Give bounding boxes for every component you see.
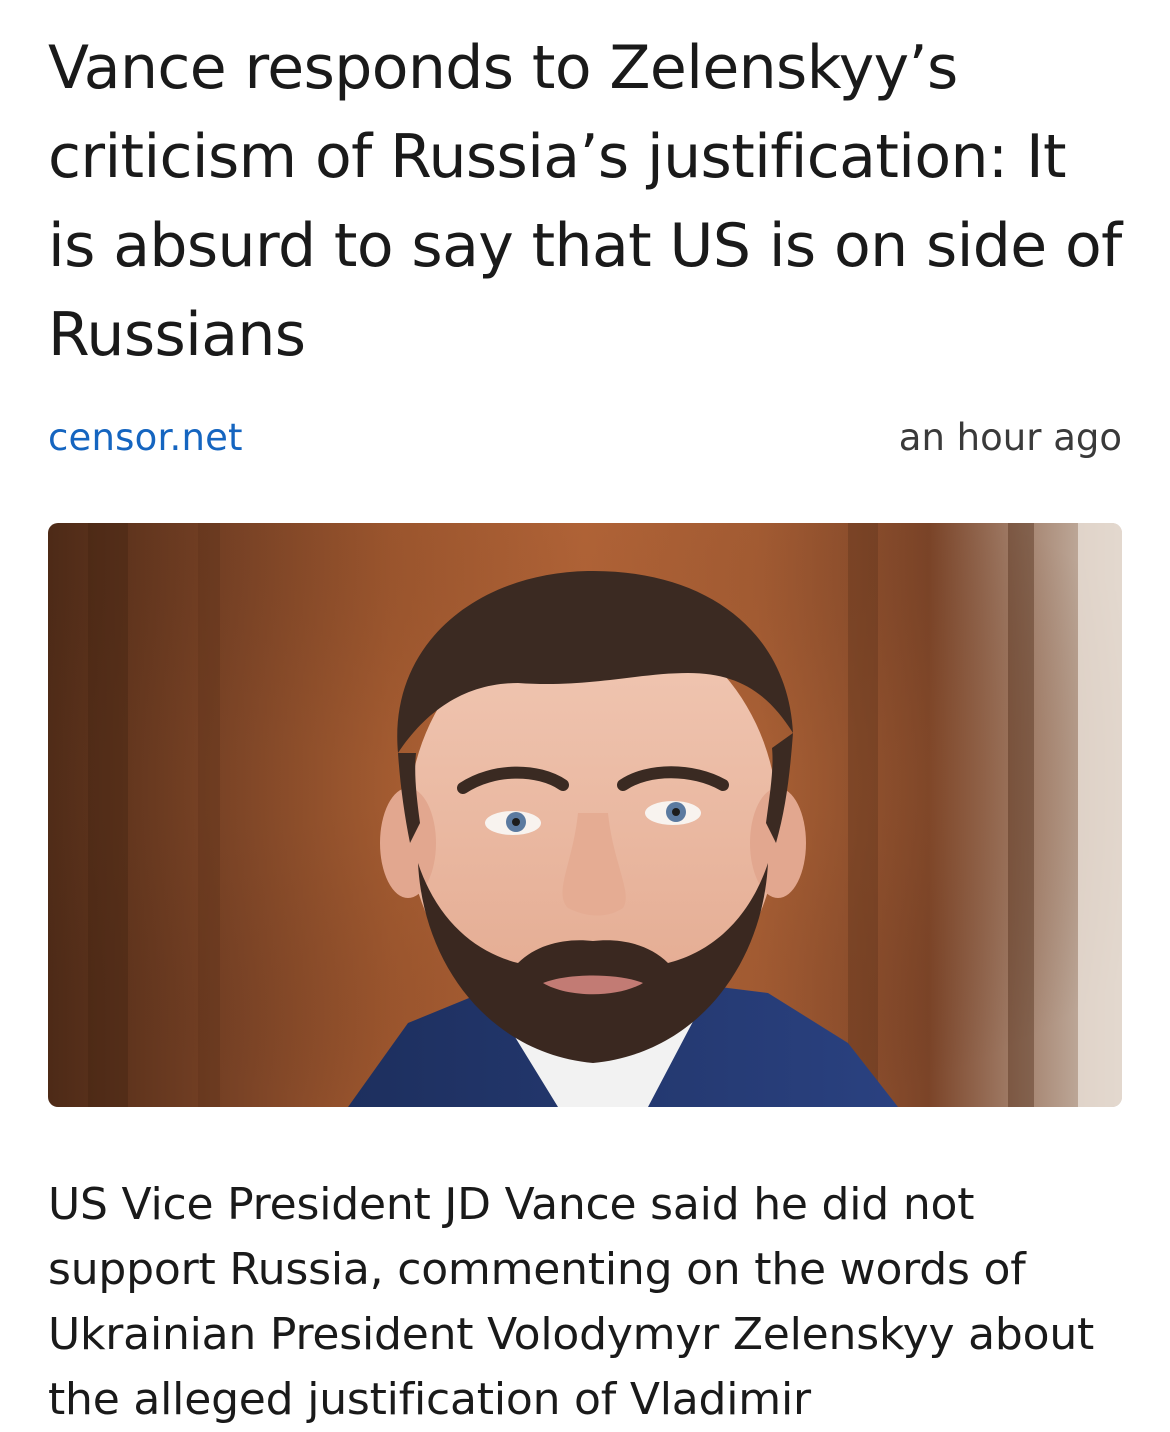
article-body: US Vice President JD Vance said he did n… — [48, 1179, 1095, 1425]
source-link[interactable]: censor.net — [48, 416, 243, 459]
publish-time: an hour ago — [898, 415, 1122, 459]
news-article: Vance responds to Zelenskyy’s criticism … — [48, 0, 1122, 1425]
article-headline[interactable]: Vance responds to Zelenskyy’s criticism … — [48, 0, 1122, 380]
article-photo[interactable] — [48, 523, 1122, 1107]
portrait-image — [48, 523, 1122, 1107]
article-meta: censor.net an hour ago — [48, 412, 1122, 462]
